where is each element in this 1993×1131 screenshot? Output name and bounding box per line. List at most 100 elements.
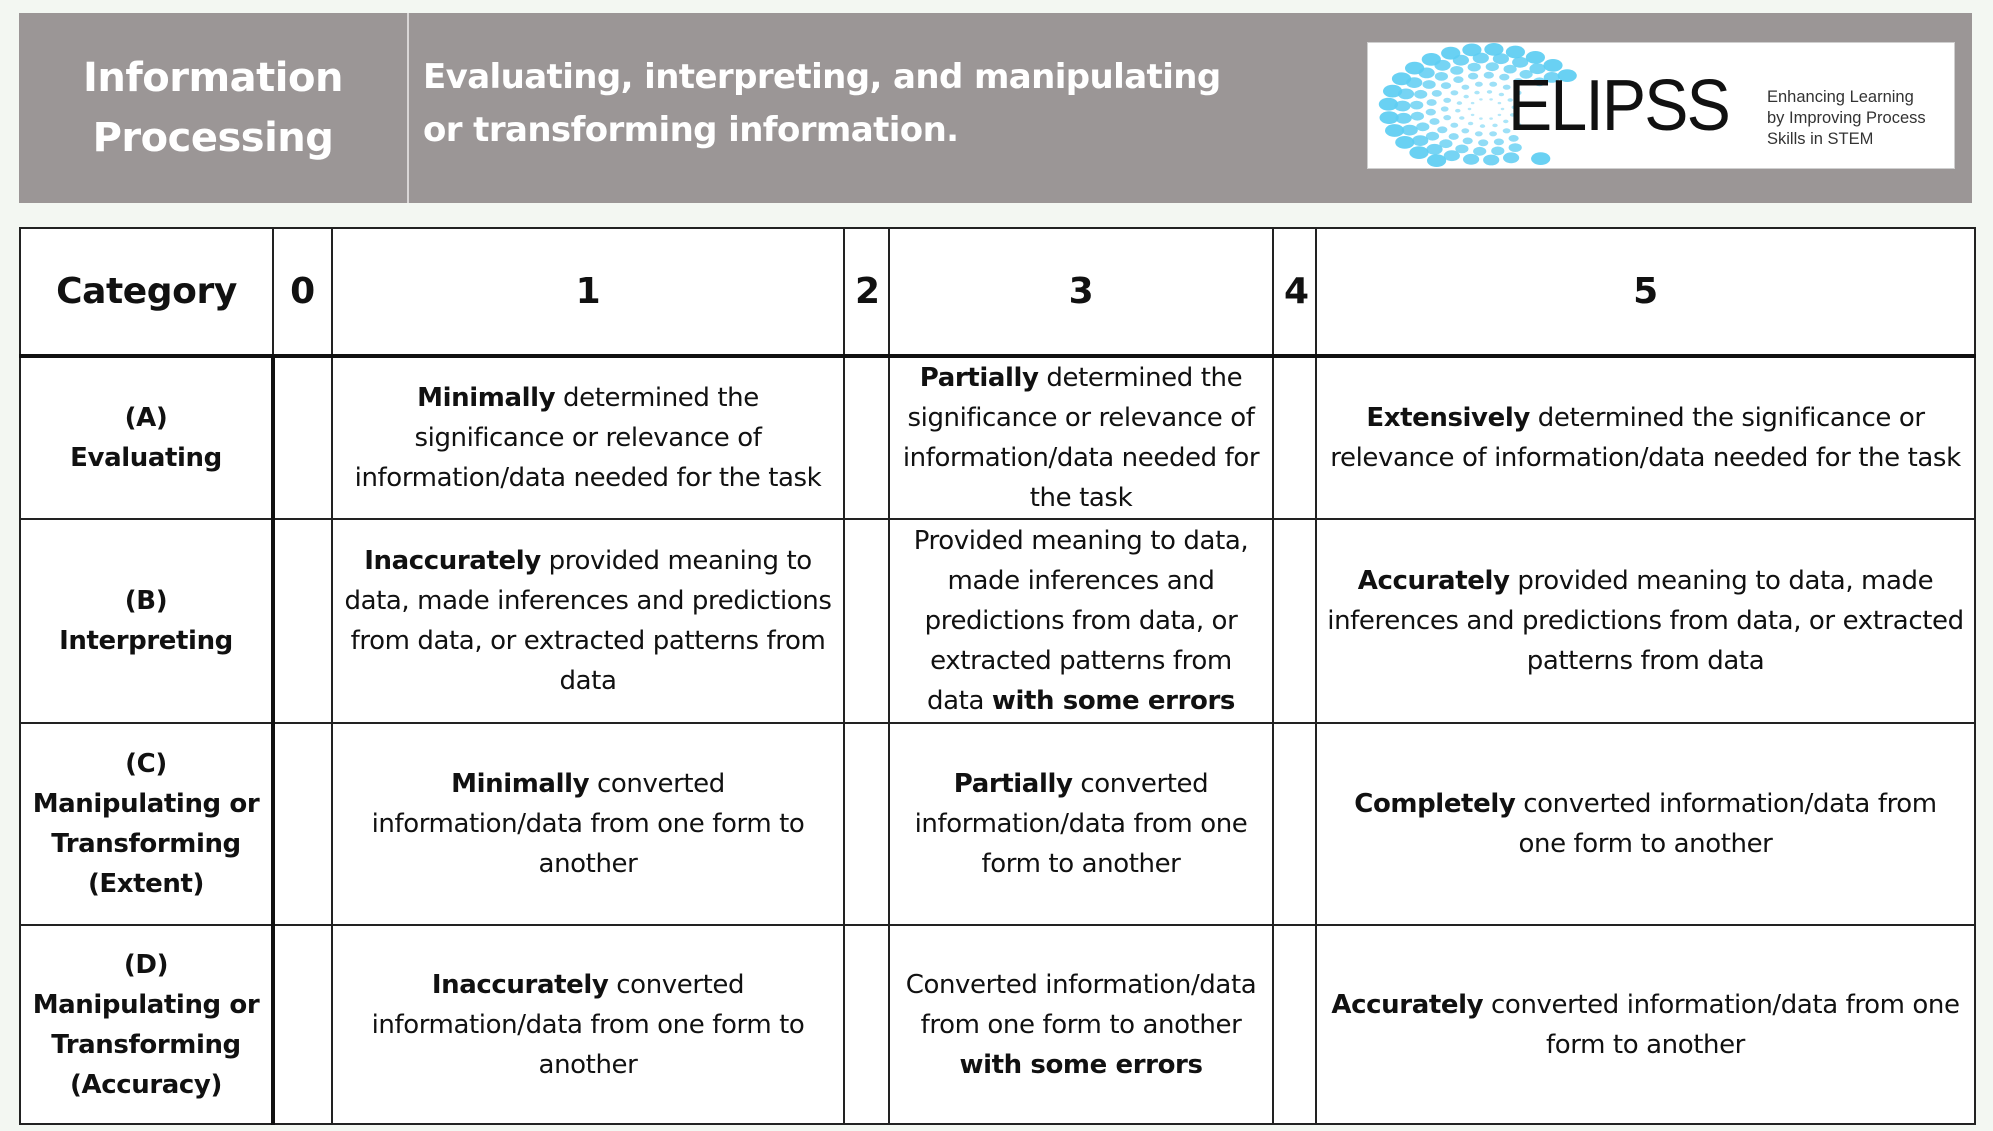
logo-dot: [1412, 135, 1429, 146]
logo-dot: [1475, 81, 1483, 87]
score-5-cell: Extensively determined the significance …: [1315, 355, 1976, 520]
logo-dot: [1459, 116, 1465, 120]
column-header-score-2: 2: [843, 227, 890, 358]
logo-tagline-line3: Skills in STEM: [1767, 130, 1874, 148]
logo-dot: [1505, 45, 1525, 59]
score-4-cell: [1272, 722, 1317, 926]
score-5-cell: Completely converted information/data fr…: [1315, 722, 1976, 926]
category-name-line: Evaluating: [70, 443, 222, 473]
logo-dot: [1492, 123, 1498, 128]
logo-tagline-line2: by Improving Process: [1767, 109, 1926, 127]
category-cell: (D) Manipulating or Transforming (Accuracy): [19, 924, 275, 1125]
column-header-score-5: 5: [1315, 227, 1976, 358]
logo-dot: [1455, 108, 1461, 113]
logo-dot: [1405, 61, 1425, 75]
logo-tagline: Enhancing Learning by Improving Process …: [1767, 87, 1926, 150]
logo-dot: [1531, 152, 1551, 165]
logo-dot: [1479, 98, 1483, 101]
descriptor-keyword: with some errors: [959, 1049, 1203, 1080]
logo-dot: [1448, 133, 1459, 140]
logo-dot: [1437, 126, 1448, 134]
descriptor-keyword: Accurately: [1331, 989, 1484, 1020]
logo-dot: [1443, 97, 1452, 103]
skill-description-line1: Evaluating, interpreting, and manipulati…: [423, 57, 1221, 97]
logo-dot: [1421, 53, 1441, 66]
skill-title-line1: Information: [83, 55, 343, 101]
elipss-logo: ELIPSS Enhancing Learning by Improving P…: [1367, 42, 1955, 169]
logo-dot: [1498, 92, 1505, 97]
logo-dot: [1385, 124, 1405, 137]
logo-dot: [1379, 111, 1399, 124]
logo-dot: [1484, 43, 1504, 56]
logo-dot: [1493, 138, 1504, 146]
descriptor-keyword: Partially: [953, 769, 1073, 799]
logo-dot: [1395, 136, 1415, 149]
table-row: (B) Interpreting Inaccurately provided mea…: [19, 518, 1976, 724]
logo-tagline-line1: Enhancing Learning: [1767, 88, 1914, 106]
logo-dot: [1473, 146, 1487, 156]
descriptor-keyword: Inaccurately: [364, 546, 541, 576]
score-2-cell: [843, 355, 890, 520]
logo-dot: [1425, 108, 1436, 116]
category-letter: (A): [124, 403, 168, 433]
table-row: (A) Evaluating Minimally determined the si…: [19, 355, 1976, 520]
table-row: (D) Manipulating or Transforming (Accuracy)…: [19, 924, 1976, 1125]
logo-dot: [1461, 128, 1470, 134]
logo-dot: [1467, 107, 1472, 111]
logo-wordmark: ELIPSS: [1508, 66, 1731, 146]
logo-dot: [1440, 82, 1452, 89]
rubric-table: Category 0 1 2 3 4 5 (A) Evaluating Minima…: [19, 227, 1976, 1125]
logo-dot: [1450, 122, 1459, 128]
descriptor-keyword: with some errors: [991, 686, 1235, 716]
header-row: Category 0 1 2 3 4 5: [19, 227, 1976, 358]
descriptor-keyword: Completely: [1354, 789, 1516, 819]
logo-dot: [1409, 146, 1429, 159]
category-name-line: Manipulating or: [32, 989, 260, 1020]
score-3-cell: Provided meaning to data, made inference…: [888, 518, 1274, 724]
score-2-cell: [843, 518, 890, 724]
logo-dot: [1503, 152, 1520, 164]
score-5-cell: Accurately converted information/data fr…: [1315, 924, 1976, 1125]
category-name-line: (Accuracy): [70, 1069, 222, 1100]
column-header-score-3: 3: [888, 227, 1274, 358]
logo-dot: [1431, 90, 1442, 97]
column-header-category: Category: [19, 227, 274, 358]
logo-dot: [1410, 100, 1424, 110]
descriptor-text: converted information/data from one form…: [1515, 789, 1938, 859]
logo-dot: [1483, 71, 1494, 79]
logo-dot: [1468, 72, 1479, 80]
score-1-cell: Inaccurately converted information/data …: [331, 924, 845, 1125]
logo-dot: [1489, 81, 1498, 87]
logo-dot: [1434, 72, 1448, 81]
logo-dot: [1497, 101, 1502, 105]
logo-dot: [1500, 107, 1505, 111]
score-0-cell: [272, 518, 333, 724]
score-3-cell: Partially converted information/data fro…: [888, 722, 1274, 926]
score-0-cell: [272, 722, 333, 926]
score-2-cell: [843, 722, 890, 926]
score-1-cell: Minimally determined the significance or…: [331, 355, 845, 520]
skill-description-line2: or transforming information.: [423, 110, 959, 150]
score-4-cell: [1272, 355, 1317, 520]
category-name-line: Transforming: [51, 829, 241, 859]
score-5-cell: Accurately provided meaning to data, mad…: [1315, 518, 1976, 724]
descriptor-keyword: Accurately: [1357, 566, 1510, 596]
logo-dot: [1485, 62, 1499, 72]
logo-dot: [1474, 131, 1483, 137]
score-2-cell: [843, 924, 890, 1125]
logo-dot: [1491, 146, 1505, 156]
logo-dot: [1443, 150, 1460, 162]
logo-dot: [1467, 121, 1474, 126]
logo-dot: [1463, 153, 1480, 165]
logo-dot: [1453, 76, 1464, 83]
skill-title-line2: Processing: [92, 115, 334, 161]
logo-dot: [1416, 122, 1430, 132]
logo-dot: [1440, 106, 1449, 112]
logo-dot: [1462, 43, 1482, 57]
logo-dot: [1483, 154, 1500, 166]
score-3-cell: Partially determined the significance or…: [888, 355, 1274, 520]
logo-dot: [1479, 117, 1483, 120]
page-header: Information Processing Evaluating, inter…: [19, 13, 1972, 203]
logo-dot: [1422, 80, 1436, 89]
score-0-cell: [272, 355, 333, 520]
